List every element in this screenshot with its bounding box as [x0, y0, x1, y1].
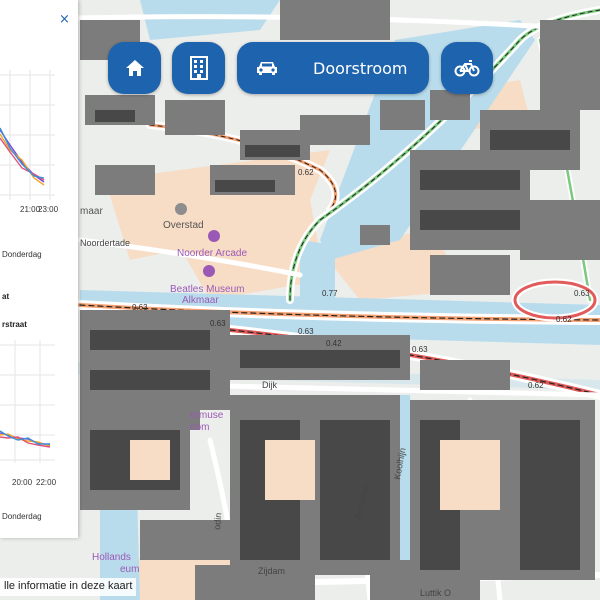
chart-2-x-tick: 22:00: [36, 478, 57, 487]
chart-2-x-caption: Donderdag: [2, 512, 42, 521]
svg-text:ermuse: ermuse: [190, 410, 224, 421]
chart-2: [0, 340, 55, 463]
close-icon[interactable]: ×: [59, 12, 70, 27]
svg-text:eum: eum: [120, 564, 139, 575]
svg-text:odin: odin: [212, 512, 223, 530]
svg-text:oom: oom: [190, 422, 209, 433]
svg-text:Luttik O: Luttik O: [420, 588, 451, 598]
bike-button[interactable]: [441, 42, 493, 94]
chart-1-x-caption: Donderdag: [2, 250, 42, 259]
traffic-flow-button[interactable]: Doorstroom: [237, 42, 429, 94]
svg-text:maar: maar: [80, 206, 103, 217]
chart-1-series-line: [0, 129, 45, 183]
chart-1: [0, 70, 55, 200]
svg-text:0.63: 0.63: [574, 289, 590, 298]
section-subtitle: rstraat: [2, 320, 27, 329]
svg-text:0.63: 0.63: [132, 303, 148, 312]
svg-text:0.77: 0.77: [322, 289, 338, 298]
bike-icon: [454, 59, 480, 77]
svg-text:Beatles Museum: Beatles Museum: [170, 284, 244, 295]
svg-text:0.63: 0.63: [210, 319, 226, 328]
svg-text:0.63: 0.63: [412, 345, 428, 354]
svg-text:0.62: 0.62: [528, 381, 544, 390]
svg-text:0.62: 0.62: [556, 315, 572, 324]
svg-text:Hollands: Hollands: [92, 552, 131, 563]
svg-text:Alkmaar: Alkmaar: [182, 295, 219, 306]
svg-text:Dijk: Dijk: [262, 380, 277, 390]
poi-marker-beatles-museum: [203, 265, 215, 277]
home-icon: [124, 58, 146, 78]
car-icon: [255, 59, 279, 77]
svg-text:0.42: 0.42: [326, 339, 342, 348]
home-button[interactable]: [108, 42, 161, 94]
traffic-flow-label: Doorstroom: [313, 58, 408, 78]
poi-marker-noorder-arcade: [208, 230, 220, 242]
svg-text:Overstad: Overstad: [163, 220, 204, 231]
map-attribution[interactable]: lle informatie in deze kaart: [0, 578, 137, 596]
poi-marker-overstad: [175, 203, 187, 215]
chart-1-x-tick: 23:00: [38, 205, 59, 214]
info-panel: × 21:00 23:00 Donderdag at rstraat 20:00…: [0, 0, 78, 538]
svg-text:0.62: 0.62: [298, 168, 314, 177]
svg-text:Noorder Arcade: Noorder Arcade: [177, 248, 247, 259]
svg-text:Zijdam: Zijdam: [258, 566, 285, 576]
svg-text:Noordertade: Noordertade: [80, 238, 130, 248]
section-title: at: [2, 292, 10, 301]
svg-text:0.63: 0.63: [298, 327, 314, 336]
chart-2-x-tick: 20:00: [12, 478, 33, 487]
buildings-button[interactable]: [172, 42, 225, 94]
building-icon: [189, 56, 208, 80]
